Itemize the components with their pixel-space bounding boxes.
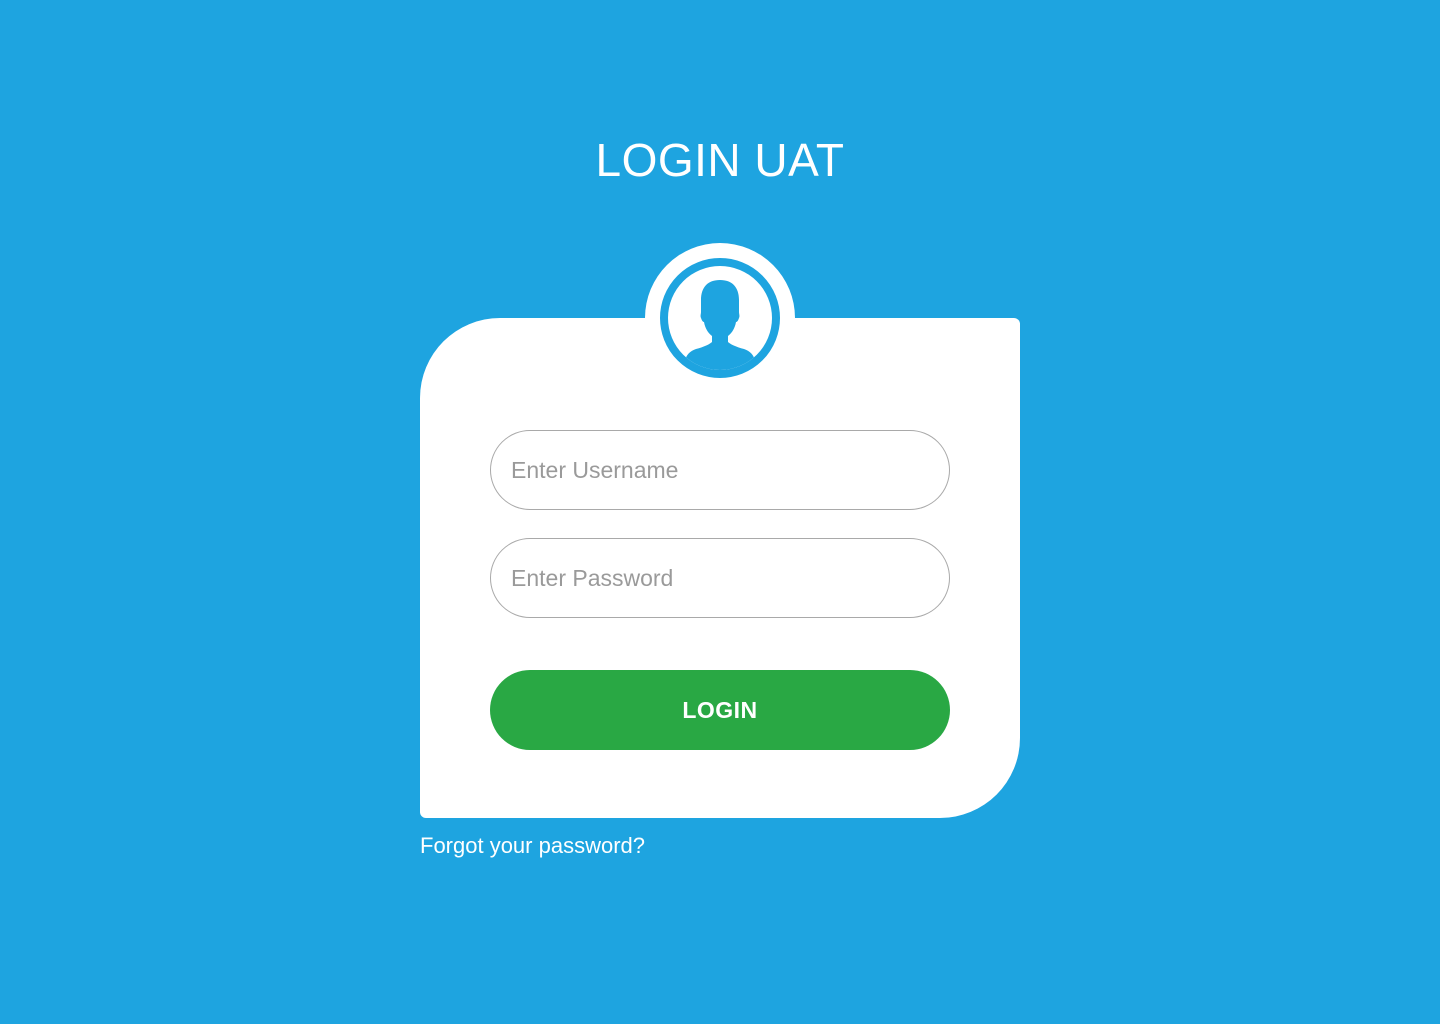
password-field[interactable] [490, 538, 950, 618]
forgot-password-link[interactable]: Forgot your password? [420, 832, 645, 860]
login-page: LOGIN UAT LOGIN Forgot your password? [0, 0, 1440, 1024]
avatar-background [668, 266, 772, 370]
avatar [660, 258, 780, 378]
login-button[interactable]: LOGIN [490, 670, 950, 750]
username-field[interactable] [490, 430, 950, 510]
user-silhouette-icon [685, 280, 755, 370]
page-title: LOGIN UAT [595, 134, 845, 186]
